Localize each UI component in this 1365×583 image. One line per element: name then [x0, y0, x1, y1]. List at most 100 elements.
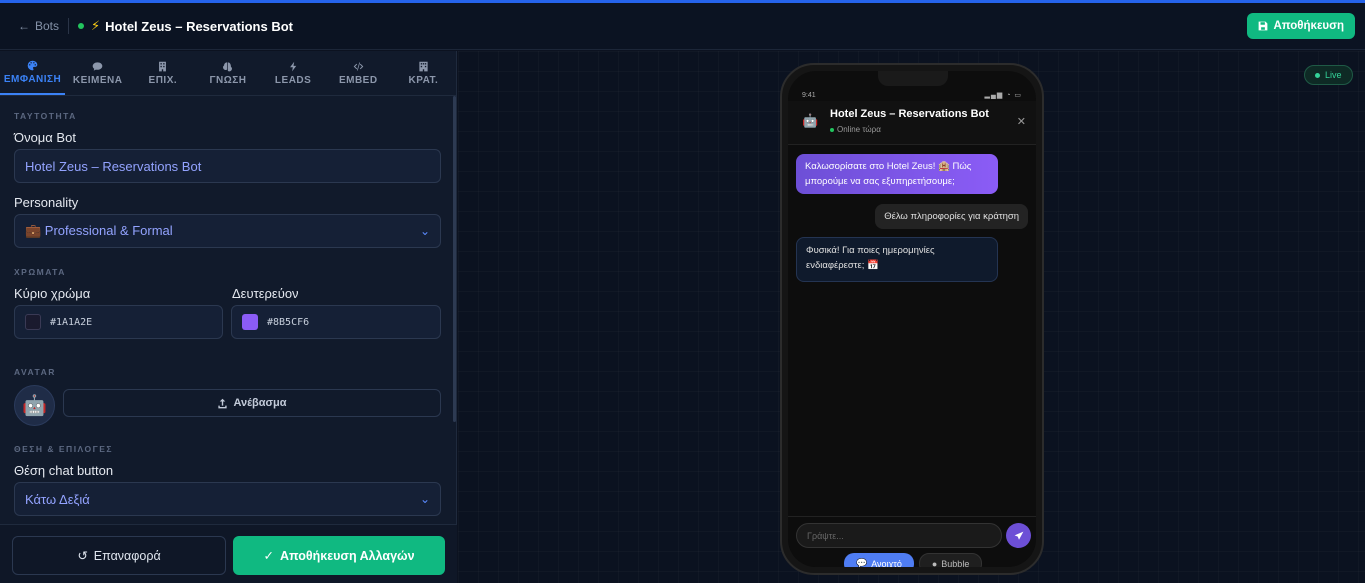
secondary-color-swatch[interactable]: [242, 314, 258, 330]
tab-label: ΕΠΙΧ.: [148, 74, 178, 86]
section-identity-heading: ΤΑΥΤΟΤΗΤΑ: [14, 111, 77, 121]
section-colors-heading: ΧΡΩΜΑΤΑ: [14, 267, 66, 277]
status-dot-icon: [78, 23, 85, 29]
save-changes-button[interactable]: ✓ Αποθήκευση Αλλαγών: [233, 536, 445, 575]
primary-color-label: Κύριο χρώμα: [14, 286, 91, 301]
secondary-color-picker[interactable]: #8B5CF6: [231, 305, 441, 339]
personality-value: 💼 Professional & Formal: [25, 223, 173, 238]
chat-input-placeholder: Γράψτε...: [807, 530, 844, 541]
reset-button[interactable]: ↺ Επαναφορά: [12, 536, 226, 575]
upload-icon: [218, 398, 228, 408]
bot-name-label: Όνομα Bot: [14, 130, 76, 145]
save-changes-label: Αποθήκευση Αλλαγών: [279, 548, 415, 563]
signal-wifi-battery-icon: ▂▄▆ ◔ ▭: [984, 92, 1022, 99]
settings-panel: ΕΜΦΑΝΙΣΗ ΚΕΙΜΕΝΑ ΕΠΙΧ. ΓΝΩΣΗ LEADS EMBED…: [0, 51, 457, 583]
app-header: ← Bots ⚡ Hotel Zeus – Reservations Bot Α…: [0, 3, 1365, 50]
mode-bubble-button[interactable]: ● Bubble: [918, 553, 983, 568]
hotel-icon: [419, 61, 428, 71]
status-time: 9:41: [802, 92, 816, 99]
save-button[interactable]: Αποθήκευση: [1247, 13, 1355, 39]
live-badge: Live: [1304, 65, 1353, 85]
tab-leads[interactable]: LEADS: [261, 51, 326, 95]
upload-label: Ανέβασμα: [233, 397, 287, 409]
settings-scrollbar[interactable]: [453, 96, 456, 422]
tab-texts[interactable]: ΚΕΙΜΕΝΑ: [65, 51, 130, 95]
chat-message-bot: Φυσικά! Για ποιες ημερομηνίες ενδιαφέρεσ…: [796, 237, 998, 282]
tab-label: LEADS: [274, 74, 312, 86]
position-value: Κάτω Δεξιά: [25, 491, 90, 507]
online-label: Online τώρα: [837, 125, 881, 134]
page-title: Hotel Zeus – Reservations Bot: [105, 18, 293, 34]
chat-bot-status: Online τώρα: [830, 125, 881, 134]
primary-color-swatch[interactable]: [25, 314, 41, 330]
building-icon: [159, 61, 167, 71]
undo-icon: ↺: [77, 549, 88, 563]
secondary-color-hex: #8B5CF6: [267, 316, 310, 328]
secondary-color-label: Δευτερεύον: [232, 286, 299, 301]
chevron-down-icon: ⌄: [419, 492, 430, 506]
preview-canvas: Live 9:41 ▂▄▆ ◔ ▭ 🤖 Hotel Zeus – Reserva…: [458, 51, 1365, 583]
personality-label: Personality: [14, 195, 79, 210]
chat-bot-name: Hotel Zeus – Reservations Bot: [830, 108, 989, 120]
reset-label: Επαναφορά: [93, 548, 161, 563]
brain-icon: [223, 61, 233, 71]
back-label: Bots: [35, 19, 60, 33]
tab-embed[interactable]: EMBED: [326, 51, 391, 95]
primary-color-picker[interactable]: #1A1A2E: [14, 305, 223, 339]
avatar: 🤖: [14, 385, 55, 426]
settings-footer: ↺ Επαναφορά ✓ Αποθήκευση Αλλαγών: [0, 524, 457, 583]
section-avatar-heading: AVATAR: [14, 367, 56, 377]
bolt-icon: [289, 61, 296, 71]
close-icon[interactable]: ✕: [1017, 115, 1026, 128]
chat-button-position-select[interactable]: Κάτω Δεξιά ⌄: [14, 482, 441, 516]
section-position-heading: ΘΕΣΗ & ΕΠΙΛΟΓΕΣ: [14, 444, 113, 454]
chat-message-user: Θέλω πληροφορίες για κράτηση: [875, 204, 1028, 229]
appearance-settings: ΤΑΥΤΟΤΗΤΑ Όνομα Bot Hotel Zeus – Reserva…: [0, 96, 455, 524]
chat-input-bar: Γράψτε... 💬 Ανοιχτό ● Bubble: [788, 516, 1036, 567]
floppy-icon: [1259, 21, 1268, 31]
mode-open-button[interactable]: 💬 Ανοιχτό: [844, 553, 914, 567]
upload-avatar-button[interactable]: Ανέβασμα: [63, 389, 441, 417]
message-icon: [92, 61, 103, 71]
header-divider: [68, 18, 70, 34]
mode-open-label: Ανοιχτό: [871, 558, 902, 568]
tab-label: ΓΝΩΣΗ: [209, 74, 247, 86]
bot-name-input[interactable]: Hotel Zeus – Reservations Bot: [14, 149, 441, 183]
chat-button-position-label: Θέση chat button: [14, 463, 114, 478]
live-label: Live: [1325, 70, 1342, 80]
tab-knowledge[interactable]: ΓΝΩΣΗ: [195, 51, 260, 95]
phone-screen: 9:41 ▂▄▆ ◔ ▭ 🤖 Hotel Zeus – Reservations…: [788, 71, 1036, 567]
back-to-bots-link[interactable]: ← Bots: [18, 19, 59, 33]
chat-header: 🤖 Hotel Zeus – Reservations Bot Online τ…: [788, 101, 1036, 145]
live-dot-icon: [1315, 72, 1320, 78]
settings-tabs: ΕΜΦΑΝΙΣΗ ΚΕΙΜΕΝΑ ΕΠΙΧ. ΓΝΩΣΗ LEADS EMBED…: [0, 51, 456, 96]
tab-reservations[interactable]: ΚΡΑΤ.: [391, 51, 456, 95]
tab-label: ΚΡΑΤ.: [408, 74, 439, 86]
code-icon: [353, 61, 364, 71]
robot-icon: 🤖: [22, 395, 47, 417]
tab-label: ΕΜΦΑΝΙΣΗ: [3, 73, 62, 85]
send-icon: [1014, 531, 1023, 540]
phone-mockup: 9:41 ▂▄▆ ◔ ▭ 🤖 Hotel Zeus – Reservations…: [780, 63, 1044, 575]
circle-icon: ●: [931, 558, 938, 568]
bolt-icon: ⚡: [91, 18, 101, 33]
tab-label: ΚΕΙΜΕΝΑ: [72, 74, 123, 86]
chevron-down-icon: ⌄: [419, 224, 430, 238]
send-button[interactable]: [1006, 523, 1031, 548]
save-label: Αποθήκευση: [1273, 20, 1344, 32]
chat-bubble-icon: 💬: [856, 558, 868, 567]
bot-name-value: Hotel Zeus – Reservations Bot: [25, 158, 202, 174]
chat-message-input[interactable]: Γράψτε...: [796, 523, 1002, 548]
palette-icon: [27, 60, 38, 70]
robot-icon: 🤖: [802, 113, 819, 128]
display-mode-toggle: 💬 Ανοιχτό ● Bubble: [844, 553, 983, 568]
personality-select[interactable]: 💼 Professional & Formal ⌄: [14, 214, 441, 248]
online-dot-icon: [830, 127, 834, 132]
phone-notch: [878, 71, 948, 86]
tab-business[interactable]: ΕΠΙΧ.: [130, 51, 195, 95]
tab-label: EMBED: [338, 74, 378, 86]
arrow-left-icon: ←: [18, 19, 30, 33]
check-icon: ✓: [263, 549, 274, 563]
tab-appearance[interactable]: ΕΜΦΑΝΙΣΗ: [0, 51, 66, 95]
primary-color-hex: #1A1A2E: [50, 316, 93, 328]
